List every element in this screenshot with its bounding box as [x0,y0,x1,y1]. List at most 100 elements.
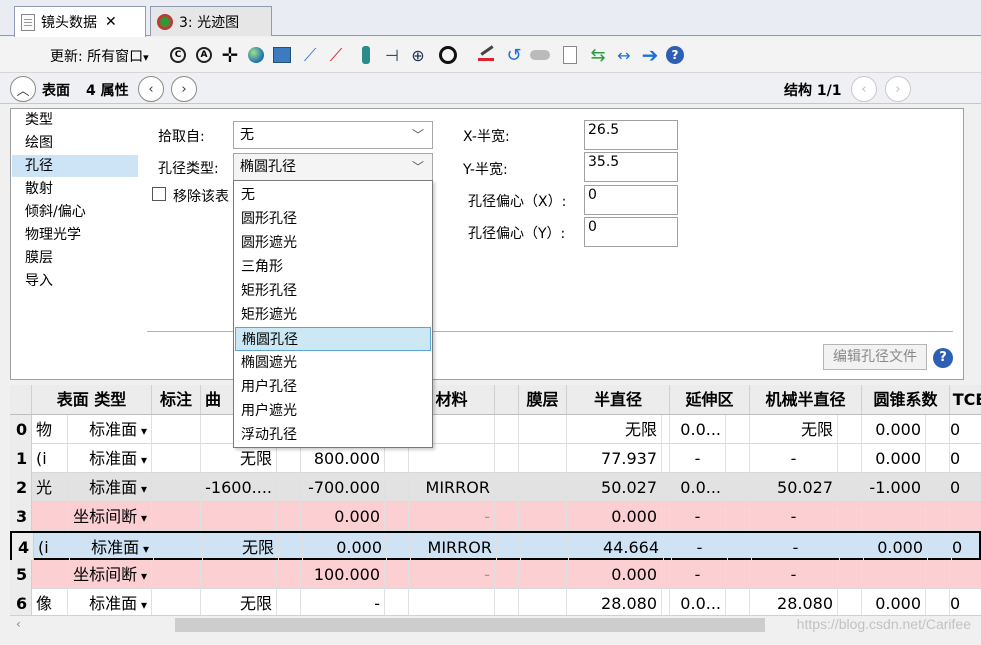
undo-icon[interactable]: ↺ [504,45,524,66]
material-solve-cell[interactable] [495,473,519,502]
mech-semi-diameter-cell[interactable]: 28.080 [750,589,838,615]
x-half-width-input[interactable]: 26.5 [584,120,678,150]
dropdown-arrow-icon[interactable]: ▾ [137,511,147,525]
semi-diameter-cell[interactable]: 28.080 [567,589,662,615]
option-elliptical-aperture[interactable]: 椭圆孔径 [235,327,431,351]
thickness-solve-cell[interactable] [387,533,411,562]
conic-solve-cell[interactable] [926,560,950,589]
conic-cell[interactable] [862,502,926,531]
option-user-aperture[interactable]: 用户孔径 [235,375,431,399]
conic-solve-cell[interactable] [926,502,950,531]
surface-tag[interactable] [32,560,68,589]
conic-cell[interactable] [862,560,926,589]
tilt-icon[interactable]: ⊣ [382,45,402,65]
thickness-cell[interactable]: -700.000 [301,473,385,502]
remove-checkbox[interactable] [152,187,166,201]
conic-solve-cell[interactable] [926,415,950,444]
option-floating-aperture[interactable]: 浮动孔径 [235,423,431,447]
category-physical-optics[interactable]: 物理光学 [12,224,138,246]
tce-cell[interactable]: 0 [950,415,981,444]
semi-diameter-cell[interactable]: 44.664 [569,533,664,562]
conic-cell[interactable]: -1.000 [862,473,926,502]
dropdown-arrow-icon[interactable]: ▾ [137,569,147,583]
edit-aperture-file-button[interactable]: 编辑孔径文件 [823,344,927,370]
mech-semi-diameter-cell[interactable]: - [752,533,840,562]
category-draw[interactable]: 绘图 [12,132,138,154]
thickness-solve-cell[interactable] [385,444,409,473]
surface-type[interactable]: 标准面 ▾ [70,533,154,562]
option-triangle[interactable]: 三角形 [235,255,431,279]
help-icon[interactable]: ? [665,45,685,65]
category-import[interactable]: 导入 [12,270,138,292]
crosshair-icon[interactable]: ✛ [220,43,240,67]
y-half-width-input[interactable]: 35.5 [584,152,678,182]
coating-cell[interactable] [519,444,567,473]
conic-solve-cell[interactable] [926,473,950,502]
surface-tag[interactable]: (i [34,533,70,562]
material-cell[interactable]: MIRROR [411,533,497,562]
chip-solve-cell[interactable] [726,589,750,615]
material-cell[interactable]: MIRROR [409,473,495,502]
surface-type[interactable]: 坐标间断 ▾ [68,502,152,531]
tab-lens-data[interactable]: 镜头数据 ✕ [14,6,146,37]
next-surface-button[interactable]: › [171,76,197,102]
comment-cell[interactable] [152,502,201,531]
dropdown-arrow-icon[interactable]: ▾ [137,482,147,496]
material-solve-cell[interactable] [495,502,519,531]
material-solve-cell[interactable] [495,589,519,615]
dropdown-arrow-icon[interactable]: ▾ [137,598,147,612]
header-conic[interactable]: 圆锥系数 [862,385,950,415]
radius-solve-cell[interactable] [277,473,301,502]
chip-solve-cell[interactable] [728,533,752,562]
material-solve-cell[interactable] [497,533,521,562]
mech-semi-diameter-cell[interactable]: - [750,444,838,473]
mech-solve-cell[interactable] [838,560,862,589]
thickness-cell[interactable]: 0.000 [301,502,385,531]
thickness-cell[interactable]: 0.000 [303,533,387,562]
semi-solve-cell[interactable] [664,533,672,562]
swap-icon[interactable]: ⇆ [588,45,608,66]
semi-diameter-cell[interactable]: 0.000 [567,560,662,589]
chevron-left-icon[interactable]: ‹ [16,617,21,631]
thickness-cell[interactable]: 800.000 [301,444,385,473]
layout-icon[interactable] [272,45,292,65]
option-rectangular-aperture[interactable]: 矩形孔径 [235,279,431,303]
table-row[interactable]: 3 坐标间断 ▾ 0.000-0.000- - [10,502,981,531]
material-cell[interactable] [409,444,495,473]
chip-solve-cell[interactable] [726,473,750,502]
option-circular-obscuration[interactable]: 圆形遮光 [235,231,431,255]
semi-solve-cell[interactable] [662,415,670,444]
radius-solve-cell[interactable] [279,533,303,562]
comment-cell[interactable] [154,533,203,562]
option-elliptical-obscuration[interactable]: 椭圆遮光 [235,351,431,375]
radius-cell[interactable]: 无限 [201,444,277,473]
conic-solve-cell[interactable] [928,533,952,562]
option-none[interactable]: 无 [235,183,431,207]
radius-cell[interactable] [201,502,277,531]
surface-type[interactable]: 坐标间断 ▾ [68,560,152,589]
header-chip-zone[interactable]: 延伸区 [670,385,750,415]
pickup-select[interactable]: 无 ﹀ [233,121,433,149]
chip-zone-cell[interactable]: - [670,444,726,473]
globe-icon[interactable] [246,45,266,65]
chip-zone-cell[interactable]: 0.0... [670,589,726,615]
thickness-solve-cell[interactable] [385,502,409,531]
chip-zone-cell[interactable]: - [670,502,726,531]
coating-cell[interactable] [519,589,567,615]
category-tilt-decenter[interactable]: 倾斜/偏心 [12,201,138,223]
radius-cell[interactable] [201,560,277,589]
category-coating[interactable]: 膜层 [12,247,138,269]
conic-solve-cell[interactable] [926,589,950,615]
material-cell[interactable] [409,589,495,615]
comment-cell[interactable] [152,415,201,444]
conic-cell[interactable]: 0.000 [862,415,926,444]
comment-cell[interactable] [152,473,201,502]
chip-solve-cell[interactable] [726,560,750,589]
header-coating[interactable]: 膜层 [519,385,567,415]
semi-diameter-cell[interactable]: 0.000 [567,502,662,531]
radius-solve-cell[interactable] [277,444,301,473]
refresh-icon[interactable]: C [168,45,188,65]
help-icon[interactable]: ? [933,348,953,368]
delete-surface-icon[interactable]: ⟋ [326,45,346,66]
refresh-all-icon[interactable]: A [194,45,214,65]
